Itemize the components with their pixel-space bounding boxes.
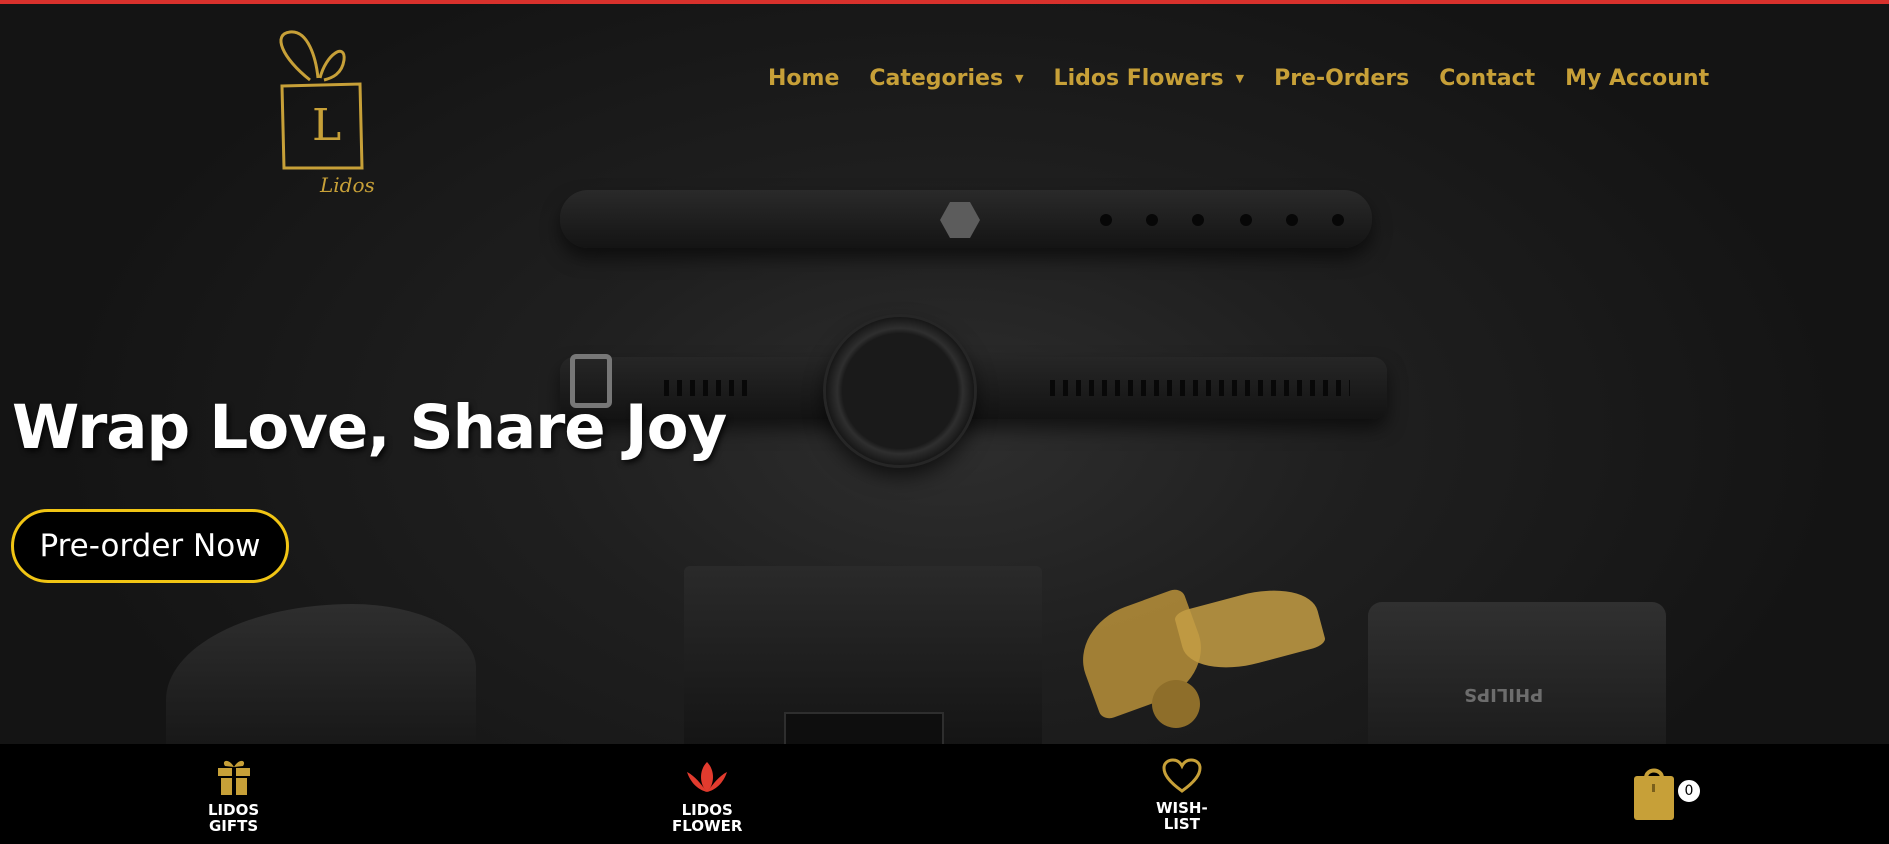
cart-button[interactable] bbox=[1632, 764, 1676, 822]
gold-bow-image bbox=[1152, 680, 1200, 728]
chevron-down-icon: ▼ bbox=[1235, 72, 1245, 85]
wishlist-label: WISH- LIST bbox=[1156, 799, 1208, 833]
cart-count-badge: 0 bbox=[1677, 779, 1701, 803]
shopping-bag-icon bbox=[1634, 768, 1674, 820]
bracelet-image bbox=[560, 190, 1372, 248]
svg-text:Lidos: Lidos bbox=[319, 173, 375, 197]
lidos-flower-button[interactable]: LIDOS FLOWER bbox=[672, 758, 742, 834]
pre-order-button[interactable]: Pre-order Now bbox=[11, 509, 289, 583]
wishlist-button[interactable]: WISH- LIST bbox=[1156, 758, 1208, 832]
bottom-navigation-bar: LIDOS GIFTS LIDOS FLOWER WISH- LIST bbox=[0, 744, 1889, 844]
watch-face-image bbox=[826, 317, 974, 465]
lidos-gifts-button[interactable]: LIDOS GIFTS bbox=[208, 758, 259, 834]
chevron-down-icon: ▼ bbox=[1015, 72, 1024, 85]
lidos-flower-label: LIDOS FLOWER bbox=[672, 801, 743, 835]
power-bank-image bbox=[1368, 602, 1666, 744]
gift-box-image bbox=[684, 566, 1042, 744]
gift-icon bbox=[217, 760, 250, 795]
vase-image bbox=[166, 604, 476, 744]
lotus-icon bbox=[687, 762, 728, 792]
nav-item-pre-orders[interactable]: Pre-Orders bbox=[1274, 66, 1409, 91]
nav-item-lidos-flowers[interactable]: Lidos Flowers ▼ bbox=[1054, 66, 1245, 91]
lidos-logo[interactable]: L Lidos bbox=[272, 28, 402, 198]
product-brand-text: PHILIPS bbox=[1464, 684, 1544, 705]
nav-item-contact[interactable]: Contact bbox=[1439, 66, 1535, 91]
nav-item-my-account[interactable]: My Account bbox=[1565, 66, 1709, 91]
hero-title: Wrap Love, Share Joy bbox=[12, 392, 727, 463]
main-navigation: Home Categories ▼ Lidos Flowers ▼ Pre-Or… bbox=[768, 66, 1709, 91]
heart-icon bbox=[1162, 758, 1202, 793]
svg-text:L: L bbox=[312, 100, 341, 151]
nav-item-home[interactable]: Home bbox=[768, 66, 839, 91]
lidos-gifts-label: LIDOS GIFTS bbox=[208, 801, 260, 835]
nav-item-categories[interactable]: Categories ▼ bbox=[869, 66, 1023, 91]
